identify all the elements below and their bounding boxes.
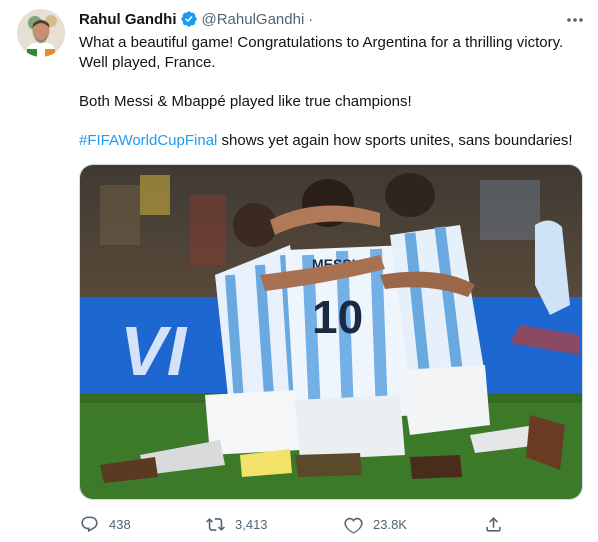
retweet-count: 3,413 [235,516,268,532]
share-button[interactable] [483,512,503,536]
tweet-card[interactable]: Rahul Gandhi @RahulGandhi · What a beaut… [0,0,598,542]
share-icon [485,516,501,532]
author-name[interactable]: Rahul Gandhi [79,11,177,28]
avatar[interactable] [17,9,65,57]
header-separator: · [308,10,314,28]
tweet-text-line-3: Both Messi & Mbappé played like true cha… [79,93,412,110]
like-icon [343,517,363,534]
jersey-number: 10 [312,291,363,343]
reply-count: 438 [109,516,131,532]
like-button[interactable]: 23.8K [343,512,407,536]
more-options-icon [567,18,583,22]
retweet-button[interactable]: 3,413 [205,512,268,536]
tweet-photo[interactable]: VI MESSI 10 [79,164,583,500]
tweet-text-line-4-rest: shows yet again how sports unites, sans … [217,132,573,149]
tweet-text: What a beautiful game! Congratulations t… [79,33,584,151]
like-count: 23.8K [373,516,407,532]
board-text: VI [120,312,188,390]
tweet-header: Rahul Gandhi @RahulGandhi · [79,8,313,30]
reply-icon [80,516,98,532]
more-options-button[interactable] [564,10,586,30]
reply-button[interactable]: 438 [79,512,131,536]
hashtag-link[interactable]: #FIFAWorldCupFinal [79,132,217,149]
tweet-actions: 438 3,413 23.8K [79,512,549,536]
tweet-text-line-2: Well played, France. [79,54,216,71]
tweet-text-line-4: #FIFAWorldCupFinal shows yet again how s… [79,131,584,151]
retweet-icon [205,517,225,531]
tweet-text-line-1: What a beautiful game! Congratulations t… [79,34,564,51]
author-handle[interactable]: @RahulGandhi [202,11,305,28]
verified-badge-icon [180,11,197,27]
